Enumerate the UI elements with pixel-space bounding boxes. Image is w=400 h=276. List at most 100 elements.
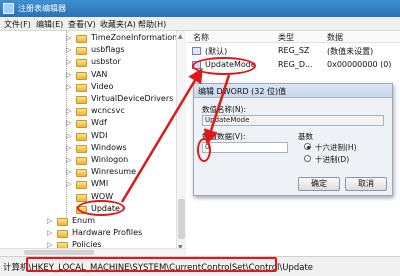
- tree-item[interactable]: ▷ WDI: [0, 131, 176, 143]
- folder-icon: [76, 120, 87, 129]
- folder-icon: [57, 230, 68, 239]
- expand-arrow-icon[interactable]: ▷: [66, 181, 73, 188]
- expand-arrow-icon[interactable]: [66, 194, 73, 201]
- list-row-default[interactable]: (默认) REG_SZ (数值未设置): [187, 45, 400, 57]
- tree-item-label: TimeZoneInformation: [91, 33, 178, 42]
- tree-item-label: Hardware Profiles: [72, 228, 143, 238]
- expand-arrow-icon[interactable]: ▷: [66, 83, 73, 91]
- annotation-circle-updatemode: [192, 57, 256, 75]
- tree-item-label: Video: [91, 81, 114, 91]
- expand-arrow-icon[interactable]: ▷: [66, 35, 73, 42]
- expand-arrow-icon[interactable]: ▷: [66, 71, 73, 79]
- folder-icon: [76, 108, 87, 117]
- col-data-header[interactable]: 数据: [327, 32, 343, 43]
- tree-item-label: usbstor: [91, 57, 121, 67]
- menu-view[interactable]: 查看(V): [68, 19, 96, 30]
- folder-icon: [76, 83, 87, 92]
- hex-label: 十六进制(H): [315, 143, 357, 152]
- tree-vertical-scrollbar[interactable]: ▲ ▼: [176, 31, 186, 254]
- menu-favorites[interactable]: 收藏夹(A): [100, 19, 136, 30]
- folder-icon: [76, 47, 87, 56]
- expand-arrow-icon[interactable]: ▷: [66, 144, 73, 152]
- value-type: REG_SZ: [278, 46, 310, 55]
- expand-arrow-icon[interactable]: ▷: [66, 157, 73, 164]
- folder-icon: [76, 169, 87, 178]
- folder-icon: [76, 132, 87, 141]
- value-name-label: 数值名称(N):: [202, 105, 246, 114]
- value-data-field[interactable]: 0: [202, 142, 288, 153]
- folder-icon: [76, 157, 87, 165]
- folder-icon: [76, 35, 87, 43]
- folder-icon: [76, 71, 87, 80]
- expand-arrow-icon[interactable]: ▷: [66, 120, 73, 127]
- tree-item-label: Windows: [91, 142, 127, 152]
- tree-item[interactable]: ▷ TimeZoneInformation: [0, 33, 178, 45]
- tree-item-label: usbflags: [91, 45, 125, 55]
- annotation-circle-data: [197, 138, 211, 162]
- expand-arrow-icon[interactable]: ▷: [47, 218, 54, 225]
- value-name: (默认): [205, 47, 228, 56]
- menu-file[interactable]: 文件(F): [4, 19, 31, 30]
- edit-dword-dialog: 编辑 DWORD (32 位)值 数值名称(N): UpdateMode 数值数…: [193, 83, 393, 196]
- annotation-circle-update: [77, 200, 125, 216]
- tree-item[interactable]: ▷ Windows: [0, 143, 176, 155]
- tree-item[interactable]: ▷ Winlogon: [0, 155, 176, 167]
- tree-item[interactable]: ▷ Wdf: [0, 118, 176, 130]
- expand-arrow-icon[interactable]: ▷: [66, 47, 73, 54]
- tree-item-label: WMI: [91, 179, 109, 189]
- decimal-label: 十进制(D): [315, 155, 350, 164]
- tree-item[interactable]: ▷ usbstor: [0, 57, 176, 69]
- string-value-icon: [192, 47, 201, 55]
- cancel-button[interactable]: 取消: [345, 177, 387, 191]
- folder-icon: [76, 181, 87, 190]
- folder-icon: [57, 218, 68, 226]
- base-label: 基数: [298, 132, 313, 141]
- tree-item[interactable]: ▷ VAN: [0, 70, 176, 82]
- value-name-field: UpdateMode: [202, 115, 384, 126]
- value-data: (数值未设置): [327, 47, 374, 56]
- tree-item[interactable]: ▷ WMI: [0, 179, 176, 191]
- tree-item[interactable]: ▷ Winresume: [0, 167, 176, 179]
- window-title: 注册表编辑器: [18, 4, 66, 13]
- tree-item[interactable]: ▷ Enum: [0, 216, 176, 228]
- tree-item-label: VAN: [91, 69, 108, 79]
- expand-arrow-icon[interactable]: [66, 96, 73, 103]
- expand-arrow-icon[interactable]: ▷: [66, 59, 73, 66]
- folder-icon: [76, 193, 87, 202]
- tree-item-label: Wdf: [91, 118, 107, 128]
- tree-item-label: wcncsvc: [91, 106, 125, 116]
- scroll-up-icon[interactable]: ▲: [178, 33, 183, 40]
- tree-item[interactable]: ▷ Video: [0, 82, 176, 94]
- folder-icon: [76, 144, 87, 153]
- regedit-icon: [3, 3, 14, 14]
- tree-item[interactable]: ▷ Hardware Profiles: [0, 228, 176, 240]
- tree-item-label: Enum: [72, 216, 95, 225]
- menu-bar: 文件(F) 编辑(E) 查看(V) 收藏夹(A) 帮助(H): [0, 17, 400, 31]
- scroll-thumb[interactable]: [178, 199, 185, 239]
- hex-radio[interactable]: [304, 143, 311, 150]
- tree-item-label: VirtualDeviceDrivers: [91, 94, 174, 103]
- expand-arrow-icon[interactable]: ▷: [66, 108, 73, 115]
- ok-button[interactable]: 确定: [298, 177, 340, 191]
- dialog-titlebar: 编辑 DWORD (32 位)值: [194, 84, 392, 98]
- tree-item[interactable]: ▷ wcncsvc: [0, 106, 176, 118]
- menu-edit[interactable]: 编辑(E): [36, 19, 63, 30]
- tree-item[interactable]: VirtualDeviceDrivers: [0, 94, 176, 106]
- tree-horizontal-scrollbar[interactable]: [0, 248, 186, 256]
- hscroll-thumb[interactable]: [24, 250, 94, 255]
- annotation-box-path: [26, 257, 277, 272]
- tree-item-label: Winlogon: [91, 155, 129, 164]
- expand-arrow-icon[interactable]: ▷: [66, 169, 73, 176]
- tree-item-label: WDI: [91, 130, 108, 140]
- expand-arrow-icon[interactable]: ▷: [47, 230, 54, 237]
- decimal-radio[interactable]: [304, 155, 311, 162]
- menu-help[interactable]: 帮助(H): [138, 19, 166, 30]
- folder-icon: [76, 59, 87, 68]
- tree-item-label: Winresume: [91, 167, 137, 177]
- col-type-header[interactable]: 类型: [278, 32, 294, 43]
- value-type: REG_D...: [278, 60, 313, 69]
- tree-item[interactable]: ▷ usbflags: [0, 45, 176, 57]
- col-name-header[interactable]: 名称: [193, 32, 209, 43]
- expand-arrow-icon[interactable]: ▷: [66, 132, 73, 140]
- expand-arrow-icon[interactable]: [66, 206, 73, 213]
